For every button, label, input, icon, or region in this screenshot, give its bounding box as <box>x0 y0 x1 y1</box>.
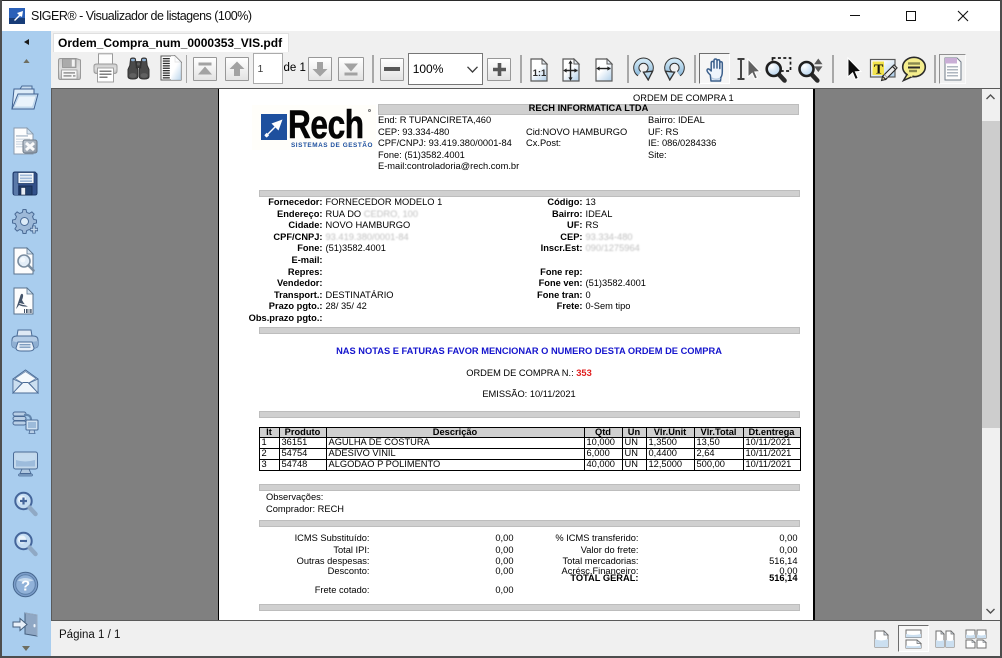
svg-text:T: T <box>874 63 884 78</box>
svg-text:1:1: 1:1 <box>533 68 547 79</box>
svg-text:?: ? <box>21 578 30 595</box>
